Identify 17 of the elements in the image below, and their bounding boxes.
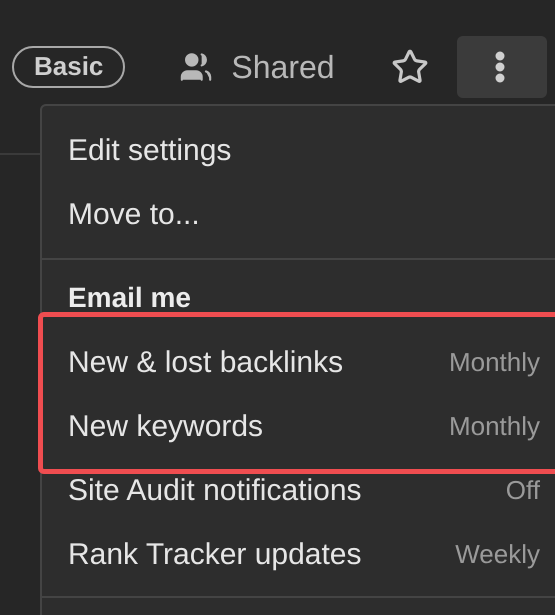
menu-item-label[interactable]: Site Audit notifications [68,468,362,512]
menu-item-label[interactable]: Rank Tracker updates [68,532,362,576]
menu-item[interactable]: Move to... [68,192,200,236]
star-icon [390,48,429,86]
frequency-value: Monthly [448,346,540,378]
frequency-value: Weekly [455,538,540,570]
menu-item-label[interactable]: New & lost backlinks [68,340,344,384]
star-button[interactable] [390,48,429,86]
more-icon [494,50,505,82]
frequency-value: Monthly [448,410,540,442]
frequency-value: Off [506,474,540,506]
more-button[interactable] [456,36,547,98]
menu-item-label[interactable]: New keywords [68,404,264,448]
menu-item[interactable]: Edit settings [68,128,232,172]
shared-button[interactable]: Shared [179,42,335,90]
section-title: Email me [68,281,191,315]
plan-badge: Basic [12,46,126,88]
